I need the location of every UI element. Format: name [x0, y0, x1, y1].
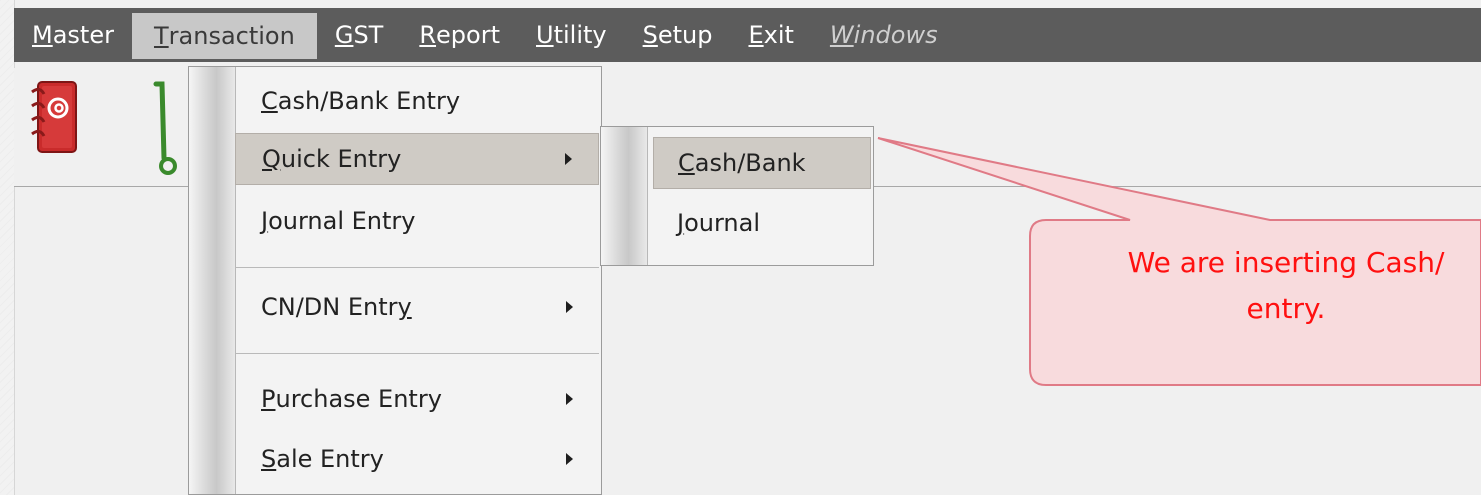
- menu-separator: [235, 353, 599, 354]
- menu-setup[interactable]: Setup: [625, 8, 731, 62]
- menu-item-cash-bank-entry[interactable]: Cash/Bank Entry: [235, 75, 599, 127]
- menu-exit[interactable]: Exit: [730, 8, 811, 62]
- quick-entry-submenu: Cash/Bank Journal: [600, 126, 874, 266]
- submenu-item-journal[interactable]: Journal: [653, 197, 871, 249]
- menu-item-journal-entry[interactable]: Journal Entry: [235, 195, 599, 247]
- submenu-arrow-icon: [566, 301, 573, 313]
- submenu-arrow-icon: [565, 153, 572, 165]
- submenu-item-cash-bank[interactable]: Cash/Bank: [653, 137, 871, 189]
- menu-bar: Master Transaction G ST Report Utility Se…: [14, 8, 1481, 62]
- menu-gst[interactable]: G ST: [317, 8, 402, 62]
- menu-item-quick-entry[interactable]: Quick Entry: [235, 133, 599, 185]
- menu-master[interactable]: Master: [14, 8, 132, 62]
- menu-item-purchase-entry[interactable]: Purchase Entry: [235, 373, 599, 425]
- menu-utility[interactable]: Utility: [518, 8, 625, 62]
- callout-text: We are inserting Cash/ entry.: [1127, 246, 1445, 325]
- menu-transaction[interactable]: Transaction: [131, 13, 317, 59]
- hand-truck-icon[interactable]: [150, 78, 190, 178]
- menu-item-cn-dn-entry[interactable]: CN/DN Entr y: [235, 281, 599, 333]
- submenu-gutter: [601, 127, 648, 265]
- submenu-arrow-icon: [566, 453, 573, 465]
- menu-separator: [235, 267, 599, 268]
- address-book-icon[interactable]: [28, 78, 78, 178]
- menu-report[interactable]: Report: [401, 8, 518, 62]
- menu-gutter: [189, 67, 236, 494]
- submenu-arrow-icon: [566, 393, 573, 405]
- transaction-dropdown-menu: Cash/Bank Entry Quick Entry Journal Entr…: [188, 66, 602, 495]
- menu-windows[interactable]: Windows: [812, 8, 956, 62]
- menu-item-sale-entry[interactable]: Sale Entry: [235, 433, 599, 485]
